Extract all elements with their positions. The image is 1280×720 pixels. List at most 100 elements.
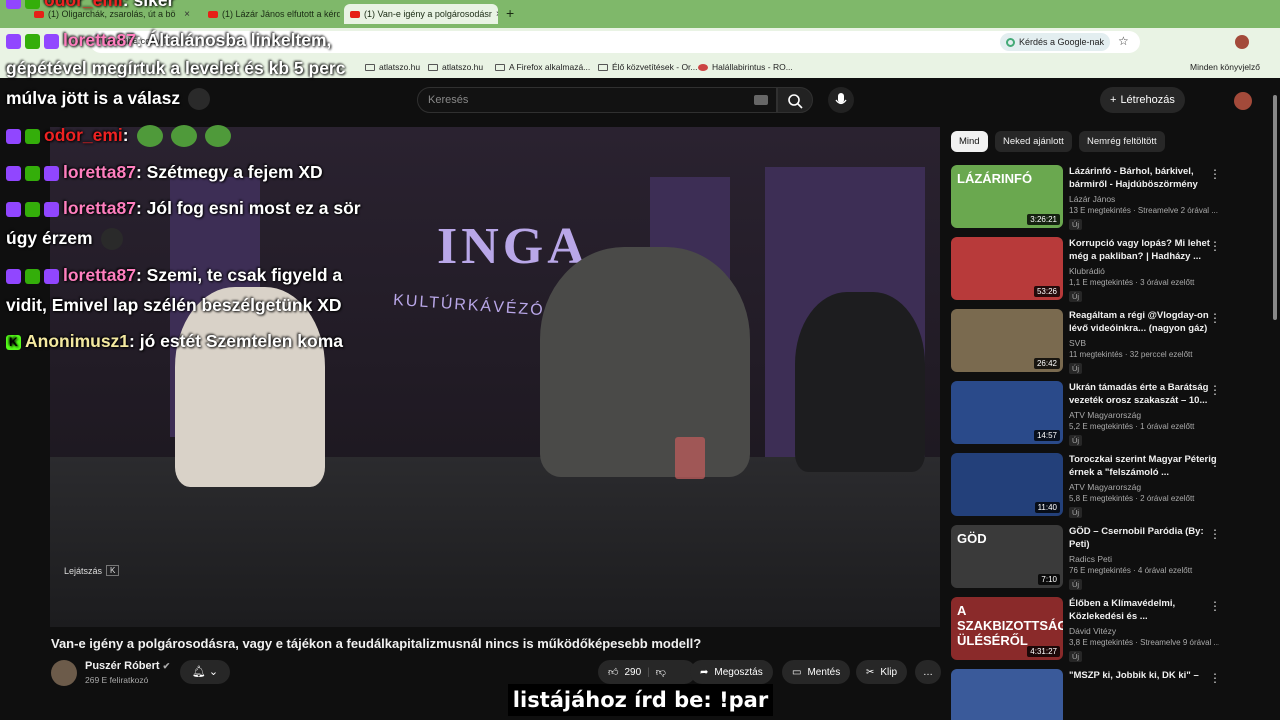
new-badge: Új <box>1069 507 1083 518</box>
more-vert-icon[interactable]: ⋮ <box>1209 527 1221 541</box>
host-center <box>540 247 750 477</box>
video-thumbnail[interactable]: LÁZÁRINFÓ 3:26:21 <box>951 165 1063 228</box>
pepe-emote-icon <box>204 125 231 148</box>
recommendation-title[interactable]: Toroczkai szerint Magyar Péterig érnek a… <box>1069 453 1219 479</box>
chip-recommended[interactable]: Neked ajánlott <box>995 131 1072 152</box>
bookmark-item[interactable]: Halállabirintus - RO... <box>698 62 793 72</box>
recommendation-item[interactable]: 14:57 Ukrán támadás érte a Barátság vezet… <box>951 381 1271 451</box>
recommendation-channel[interactable]: SVB <box>1069 338 1086 348</box>
star-icon[interactable]: ☆ <box>1118 34 1129 48</box>
mod-badge-icon <box>25 33 40 49</box>
recommendation-item[interactable]: 26:42 Reagáltam a régi @Vlogday-on lévő v… <box>951 309 1271 379</box>
thumbnail-text: LÁZÁRINFÓ <box>957 171 1033 186</box>
browser-tab[interactable]: (1) Lázár János elfutott a kérdé × <box>202 4 340 24</box>
recommendation-title[interactable]: Reagáltam a régi @Vlogday-on lévő videói… <box>1069 309 1219 335</box>
share-button[interactable]: ➦ Megosztás <box>690 660 773 684</box>
chat-message: loretta87: Szétmegy a fejem XD <box>6 156 323 188</box>
new-badge: Új <box>1069 579 1083 590</box>
channel-avatar[interactable] <box>51 660 77 686</box>
recommendation-title[interactable]: Lázárinfó - Bárhol, bárkivel, bármiről -… <box>1069 165 1219 191</box>
mod-badge-icon <box>25 201 40 217</box>
mod-badge-icon <box>25 268 40 284</box>
more-vert-icon[interactable]: ⋮ <box>1209 167 1221 181</box>
new-tab-button[interactable]: + <box>506 5 514 21</box>
bookmark-item[interactable]: atlatszo.hu <box>365 62 420 72</box>
search-button[interactable] <box>777 87 813 113</box>
mic-button[interactable] <box>828 87 854 113</box>
save-button[interactable]: ▭ Mentés <box>782 660 851 684</box>
mod-badge-icon <box>25 165 40 181</box>
scrollbar-thumb[interactable] <box>1273 95 1277 320</box>
recommendation-item[interactable]: GÖD 7:10 GÖD – Csernobil Paródia (By: Peti… <box>951 525 1271 595</box>
recommendation-title[interactable]: GÖD – Csernobil Paródia (By: Peti) <box>1069 525 1219 551</box>
folder-icon <box>495 63 505 71</box>
recommendation-channel[interactable]: ATV Magyarország <box>1069 410 1141 420</box>
video-thumbnail[interactable] <box>951 669 1063 720</box>
plus-icon: + <box>1110 94 1117 106</box>
close-icon[interactable]: × <box>496 9 498 20</box>
recommendation-item[interactable]: 53:26 Korrupció vagy lopás? Mi lehet még … <box>951 237 1271 307</box>
inga-logo: INGA <box>437 218 589 275</box>
ask-google-label: Kérdés a Google-nak <box>1019 37 1105 47</box>
bookmark-item[interactable]: A Firefox alkalmazá... <box>495 62 590 72</box>
video-thumbnail[interactable]: GÖD 7:10 <box>951 525 1063 588</box>
recommendation-channel[interactable]: Klubrádió <box>1069 266 1105 276</box>
more-actions-button[interactable]: … <box>915 660 941 684</box>
profile-avatar[interactable] <box>1235 35 1249 49</box>
chip-recent[interactable]: Nemrég feltöltött <box>1079 131 1165 152</box>
browser-tab-active[interactable]: (1) Van-e igény a polgárosodásr × <box>344 4 498 24</box>
search-input[interactable]: Keresés <box>417 87 777 113</box>
more-vert-icon[interactable]: ⋮ <box>1209 383 1221 397</box>
bookmark-item[interactable]: atlatszo.hu <box>428 62 483 72</box>
chat-message-continued: gépétével megírtuk a levelet és kb 5 per… <box>6 58 346 78</box>
video-thumbnail[interactable]: 11:40 <box>951 453 1063 516</box>
more-vert-icon[interactable]: ⋮ <box>1209 311 1221 325</box>
recommendation-item[interactable]: LÁZÁRINFÓ 3:26:21 Lázárinfó - Bárhol, bárk… <box>951 165 1271 235</box>
video-thumbnail[interactable]: 14:57 <box>951 381 1063 444</box>
recommendation-meta: 11 megtekintés · 32 perccel ezelőtt <box>1069 350 1193 359</box>
chat-text: : siker <box>122 0 175 10</box>
create-button[interactable]: + Létrehozás <box>1100 87 1185 113</box>
chip-all[interactable]: Mind <box>951 131 988 152</box>
chat-message-continued: úgy érzem <box>6 222 123 254</box>
recommendation-channel[interactable]: Lázár János <box>1069 194 1115 204</box>
video-thumbnail[interactable]: A SZAKBIZOTTSÁG ÜLÉSÉRŐL 4:31:27 <box>951 597 1063 660</box>
twitch-icon <box>6 201 21 217</box>
star-badge-icon <box>44 33 59 49</box>
recommendation-channel[interactable]: ATV Magyarország <box>1069 482 1141 492</box>
recommendation-title[interactable]: Korrupció vagy lopás? Mi lehet még a pak… <box>1069 237 1219 263</box>
ask-google-button[interactable]: Kérdés a Google-nak <box>1000 33 1111 51</box>
more-vert-icon[interactable]: ⋮ <box>1209 239 1221 253</box>
verified-icon: ✔ <box>162 661 171 671</box>
chat-username: odor_emi <box>44 125 123 145</box>
more-vert-icon[interactable]: ⋮ <box>1209 671 1221 685</box>
more-vert-icon[interactable]: ⋮ <box>1209 455 1221 469</box>
recommendation-title[interactable]: "MSZP ki, Jobbik ki, DK ki" – <box>1069 669 1219 682</box>
recommendation-channel[interactable]: Dávid Vitézy <box>1069 626 1116 636</box>
close-icon[interactable]: × <box>184 9 190 20</box>
like-count: 290 <box>624 666 642 678</box>
like-dislike-button[interactable]: 👍︎ 290 | 👎︎ <box>598 660 696 684</box>
recommendation-meta: 76 E megtekintés · 4 órával ezelőtt <box>1069 566 1193 575</box>
recommendation-title[interactable]: Élőben a Klímavédelmi, Közlekedési és ..… <box>1069 597 1219 623</box>
account-avatar[interactable] <box>1234 92 1252 110</box>
channel-name[interactable]: Puszér Róbert ✔ <box>85 660 170 672</box>
thumbnail-text: A SZAKBIZOTTSÁG ÜLÉSÉRŐL <box>957 603 1063 648</box>
recommendation-title[interactable]: Ukrán támadás érte a Barátság vezeték or… <box>1069 381 1219 407</box>
video-thumbnail[interactable]: 26:42 <box>951 309 1063 372</box>
recommendation-item[interactable]: "MSZP ki, Jobbik ki, DK ki" – ⋮ <box>951 669 1271 720</box>
duration-badge: 11:40 <box>1034 502 1060 513</box>
pepe-emote-icon <box>136 125 163 148</box>
chat-message: loretta87: Szemi, te csak figyeld a <box>6 259 342 291</box>
video-thumbnail[interactable]: 53:26 <box>951 237 1063 300</box>
recommendation-channel[interactable]: Radics Peti <box>1069 554 1112 564</box>
more-vert-icon[interactable]: ⋮ <box>1209 599 1221 613</box>
recommendation-item[interactable]: 11:40 Toroczkai szerint Magyar Péterig ér… <box>951 453 1271 523</box>
bookmark-item[interactable]: Élő közvetítések - Or... <box>598 62 698 72</box>
duration-badge: 53:26 <box>1033 286 1060 297</box>
clip-button[interactable]: ✂ Klip <box>856 660 908 684</box>
recommendation-item[interactable]: A SZAKBIZOTTSÁG ÜLÉSÉRŐL 4:31:27 Élőben a … <box>951 597 1271 667</box>
all-bookmarks[interactable]: Minden könyvjelző <box>1190 62 1260 72</box>
keyboard-icon[interactable] <box>754 95 768 105</box>
notification-bell-button[interactable]: 🔔︎ ⌄ <box>180 660 230 684</box>
